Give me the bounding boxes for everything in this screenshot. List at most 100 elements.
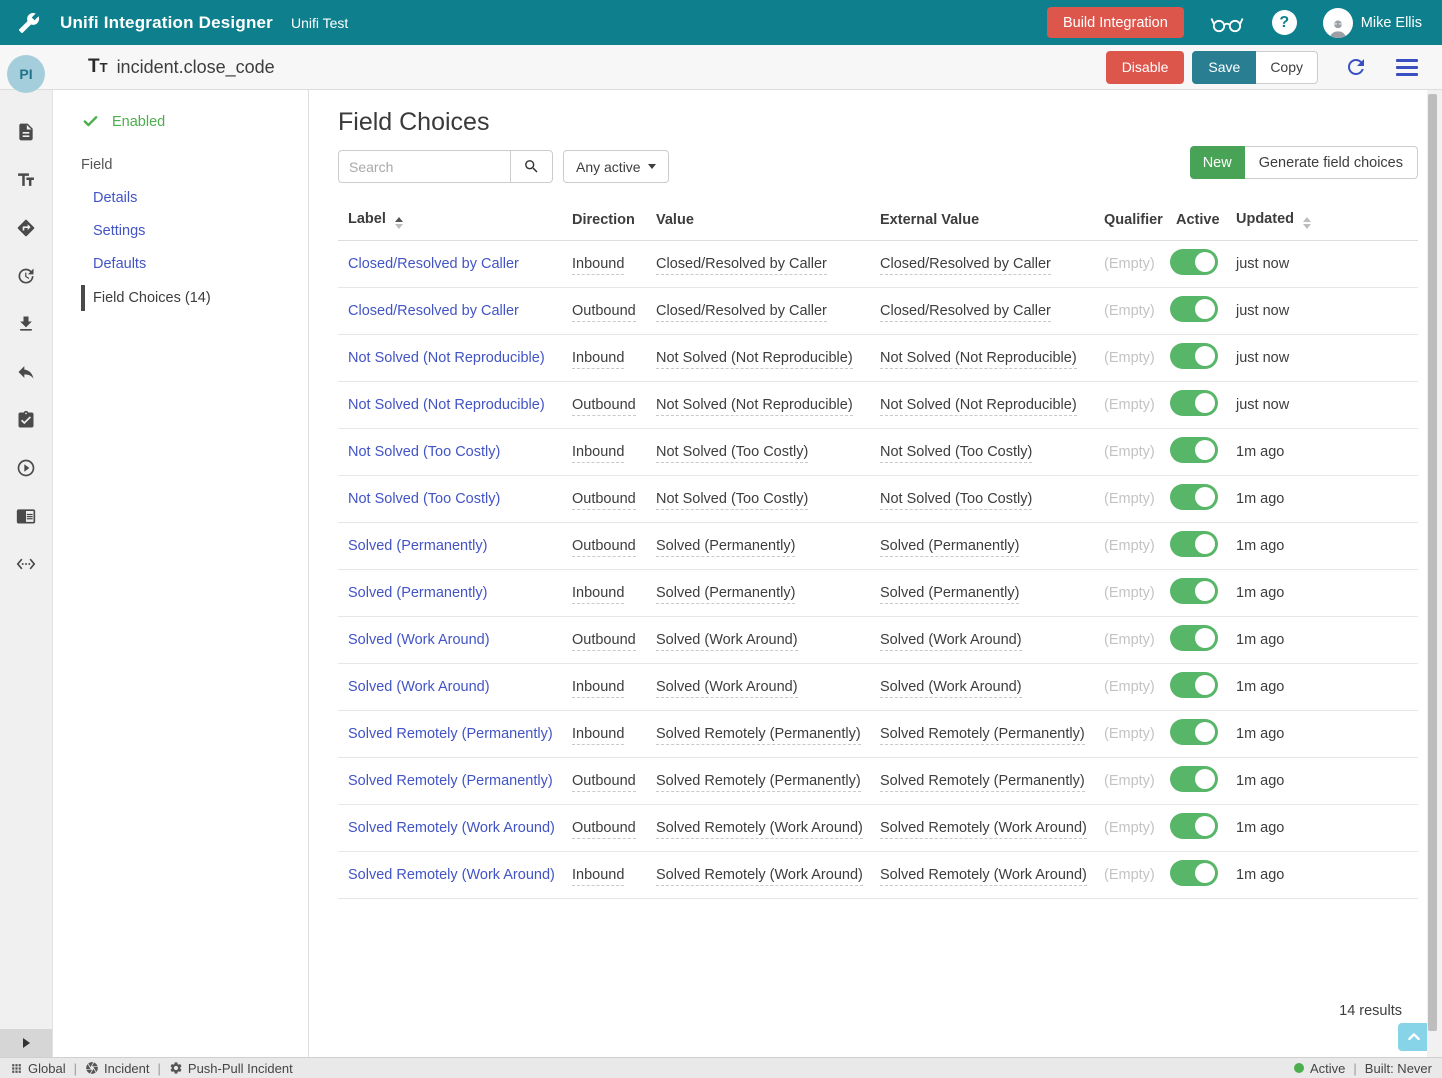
download-icon[interactable] [14, 312, 38, 336]
row-value[interactable]: Solved (Work Around) [656, 679, 798, 698]
row-qualifier[interactable]: (Empty) [1104, 397, 1155, 413]
active-toggle[interactable] [1170, 719, 1218, 745]
row-value[interactable]: Closed/Resolved by Caller [656, 303, 827, 322]
row-external-value[interactable]: Solved Remotely (Permanently) [880, 773, 1085, 792]
row-external-value[interactable]: Solved Remotely (Work Around) [880, 867, 1087, 886]
row-label-link[interactable]: Not Solved (Too Costly) [348, 491, 500, 507]
row-external-value[interactable]: Closed/Resolved by Caller [880, 303, 1051, 322]
row-qualifier[interactable]: (Empty) [1104, 303, 1155, 319]
row-external-value[interactable]: Solved Remotely (Permanently) [880, 726, 1085, 745]
row-direction[interactable]: Inbound [572, 585, 624, 604]
active-toggle[interactable] [1170, 249, 1218, 275]
active-toggle[interactable] [1170, 531, 1218, 557]
disable-button[interactable]: Disable [1106, 51, 1185, 84]
row-value[interactable]: Not Solved (Not Reproducible) [656, 397, 853, 416]
active-toggle[interactable] [1170, 578, 1218, 604]
active-filter-dropdown[interactable]: Any active [563, 150, 669, 183]
row-direction[interactable]: Outbound [572, 397, 636, 416]
scroll-to-top-button[interactable] [1398, 1023, 1430, 1051]
row-value[interactable]: Not Solved (Not Reproducible) [656, 350, 853, 369]
copy-button[interactable]: Copy [1256, 51, 1318, 84]
row-label-link[interactable]: Closed/Resolved by Caller [348, 303, 519, 319]
row-qualifier[interactable]: (Empty) [1104, 350, 1155, 366]
active-toggle[interactable] [1170, 860, 1218, 886]
active-toggle[interactable] [1170, 437, 1218, 463]
help-icon[interactable]: ? [1272, 10, 1297, 35]
row-value[interactable]: Not Solved (Too Costly) [656, 444, 808, 463]
row-value[interactable]: Solved (Permanently) [656, 538, 795, 557]
reader-icon[interactable] [14, 504, 38, 528]
reply-icon[interactable] [14, 360, 38, 384]
tasks-icon[interactable] [14, 408, 38, 432]
row-qualifier[interactable]: (Empty) [1104, 867, 1155, 883]
row-label-link[interactable]: Solved Remotely (Work Around) [348, 867, 555, 883]
vertical-scrollbar[interactable] [1427, 90, 1442, 1057]
row-value[interactable]: Solved Remotely (Permanently) [656, 773, 861, 792]
row-qualifier[interactable]: (Empty) [1104, 491, 1155, 507]
row-qualifier[interactable]: (Empty) [1104, 444, 1155, 460]
build-integration-button[interactable]: Build Integration [1047, 7, 1184, 38]
generate-field-choices-button[interactable]: Generate field choices [1245, 146, 1418, 179]
row-external-value[interactable]: Solved Remotely (Work Around) [880, 820, 1087, 839]
row-value[interactable]: Solved (Permanently) [656, 585, 795, 604]
menu-icon[interactable] [1396, 59, 1418, 76]
row-direction[interactable]: Outbound [572, 632, 636, 651]
row-direction[interactable]: Outbound [572, 491, 636, 510]
row-value[interactable]: Solved Remotely (Permanently) [656, 726, 861, 745]
row-qualifier[interactable]: (Empty) [1104, 773, 1155, 789]
new-button[interactable]: New [1190, 146, 1245, 179]
column-header-label[interactable]: Label [338, 211, 572, 229]
row-qualifier[interactable]: (Empty) [1104, 256, 1155, 272]
document-icon[interactable] [14, 120, 38, 144]
nav-item-details[interactable]: Details [93, 190, 308, 206]
row-label-link[interactable]: Solved (Permanently) [348, 538, 487, 554]
row-direction[interactable]: Outbound [572, 820, 636, 839]
refresh-icon[interactable] [1344, 55, 1368, 79]
row-direction[interactable]: Inbound [572, 726, 624, 745]
row-value[interactable]: Not Solved (Too Costly) [656, 491, 808, 510]
row-label-link[interactable]: Solved Remotely (Work Around) [348, 820, 555, 836]
code-icon[interactable] [14, 552, 38, 576]
row-external-value[interactable]: Solved (Permanently) [880, 585, 1019, 604]
row-direction[interactable]: Inbound [572, 350, 624, 369]
row-value[interactable]: Solved Remotely (Work Around) [656, 820, 863, 839]
row-external-value[interactable]: Solved (Work Around) [880, 679, 1022, 698]
row-direction[interactable]: Inbound [572, 867, 624, 886]
row-external-value[interactable]: Solved (Permanently) [880, 538, 1019, 557]
history-icon[interactable] [14, 264, 38, 288]
search-input[interactable] [338, 150, 511, 183]
row-qualifier[interactable]: (Empty) [1104, 820, 1155, 836]
active-toggle[interactable] [1170, 390, 1218, 416]
nav-item-defaults[interactable]: Defaults [93, 256, 308, 272]
row-direction[interactable]: Inbound [572, 679, 624, 698]
row-external-value[interactable]: Closed/Resolved by Caller [880, 256, 1051, 275]
row-label-link[interactable]: Solved Remotely (Permanently) [348, 726, 553, 742]
row-qualifier[interactable]: (Empty) [1104, 585, 1155, 601]
row-qualifier[interactable]: (Empty) [1104, 726, 1155, 742]
row-external-value[interactable]: Not Solved (Not Reproducible) [880, 397, 1077, 416]
play-icon[interactable] [14, 456, 38, 480]
row-direction[interactable]: Outbound [572, 773, 636, 792]
search-button[interactable] [511, 150, 553, 183]
row-direction[interactable]: Inbound [572, 256, 624, 275]
row-direction[interactable]: Outbound [572, 538, 636, 557]
save-button[interactable]: Save [1192, 51, 1256, 84]
nav-item-settings[interactable]: Settings [93, 223, 308, 239]
active-toggle[interactable] [1170, 484, 1218, 510]
preview-glasses-icon[interactable] [1210, 12, 1244, 34]
row-direction[interactable]: Inbound [572, 444, 624, 463]
row-external-value[interactable]: Not Solved (Too Costly) [880, 444, 1032, 463]
user-menu[interactable]: Mike Ellis [1323, 8, 1422, 38]
row-label-link[interactable]: Solved (Permanently) [348, 585, 487, 601]
nav-item-field-choices[interactable]: Field Choices (14) [81, 285, 308, 311]
row-label-link[interactable]: Solved Remotely (Permanently) [348, 773, 553, 789]
row-label-link[interactable]: Not Solved (Not Reproducible) [348, 350, 545, 366]
column-header-updated[interactable]: Updated [1236, 211, 1418, 229]
row-label-link[interactable]: Not Solved (Too Costly) [348, 444, 500, 460]
row-label-link[interactable]: Solved (Work Around) [348, 632, 490, 648]
row-value[interactable]: Solved (Work Around) [656, 632, 798, 651]
row-external-value[interactable]: Solved (Work Around) [880, 632, 1022, 651]
active-toggle[interactable] [1170, 343, 1218, 369]
active-toggle[interactable] [1170, 813, 1218, 839]
row-qualifier[interactable]: (Empty) [1104, 538, 1155, 554]
